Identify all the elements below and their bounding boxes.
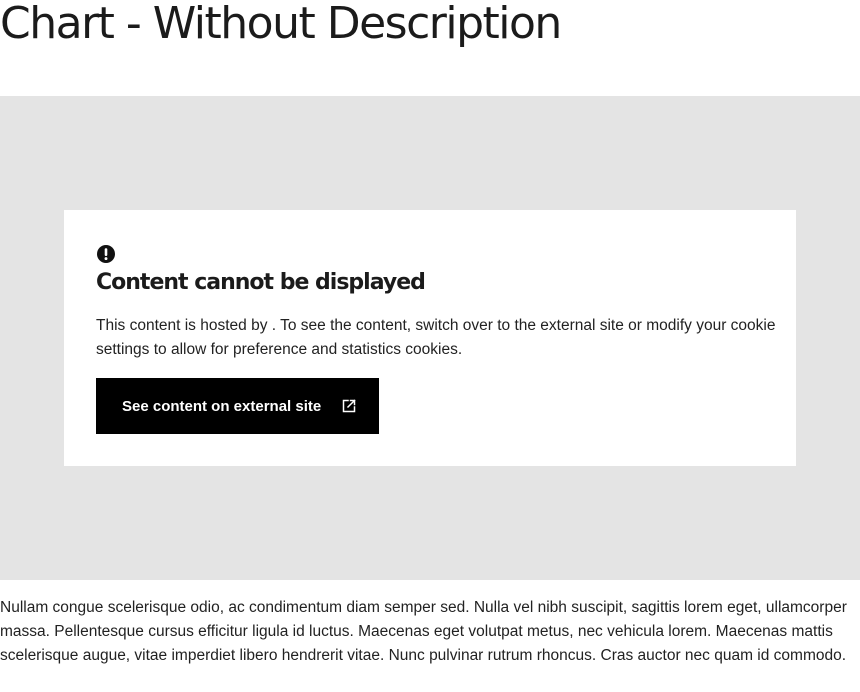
content-blocked-notice: Content cannot be displayed This content… [64,210,796,466]
external-button-label: See content on external site [122,397,322,415]
see-content-external-button[interactable]: See content on external site [96,378,379,434]
exclamation-circle-icon [97,245,115,263]
embedded-content-placeholder: Content cannot be displayed This content… [0,96,860,580]
notice-message: This content is hosted by . To see the c… [96,317,776,358]
notice-heading: Content cannot be displayed [96,270,426,295]
external-link-icon [342,399,356,413]
body-paragraph: Nullam congue scelerisque odio, ac condi… [0,599,847,664]
page-title: Chart - Without Description [0,0,562,49]
